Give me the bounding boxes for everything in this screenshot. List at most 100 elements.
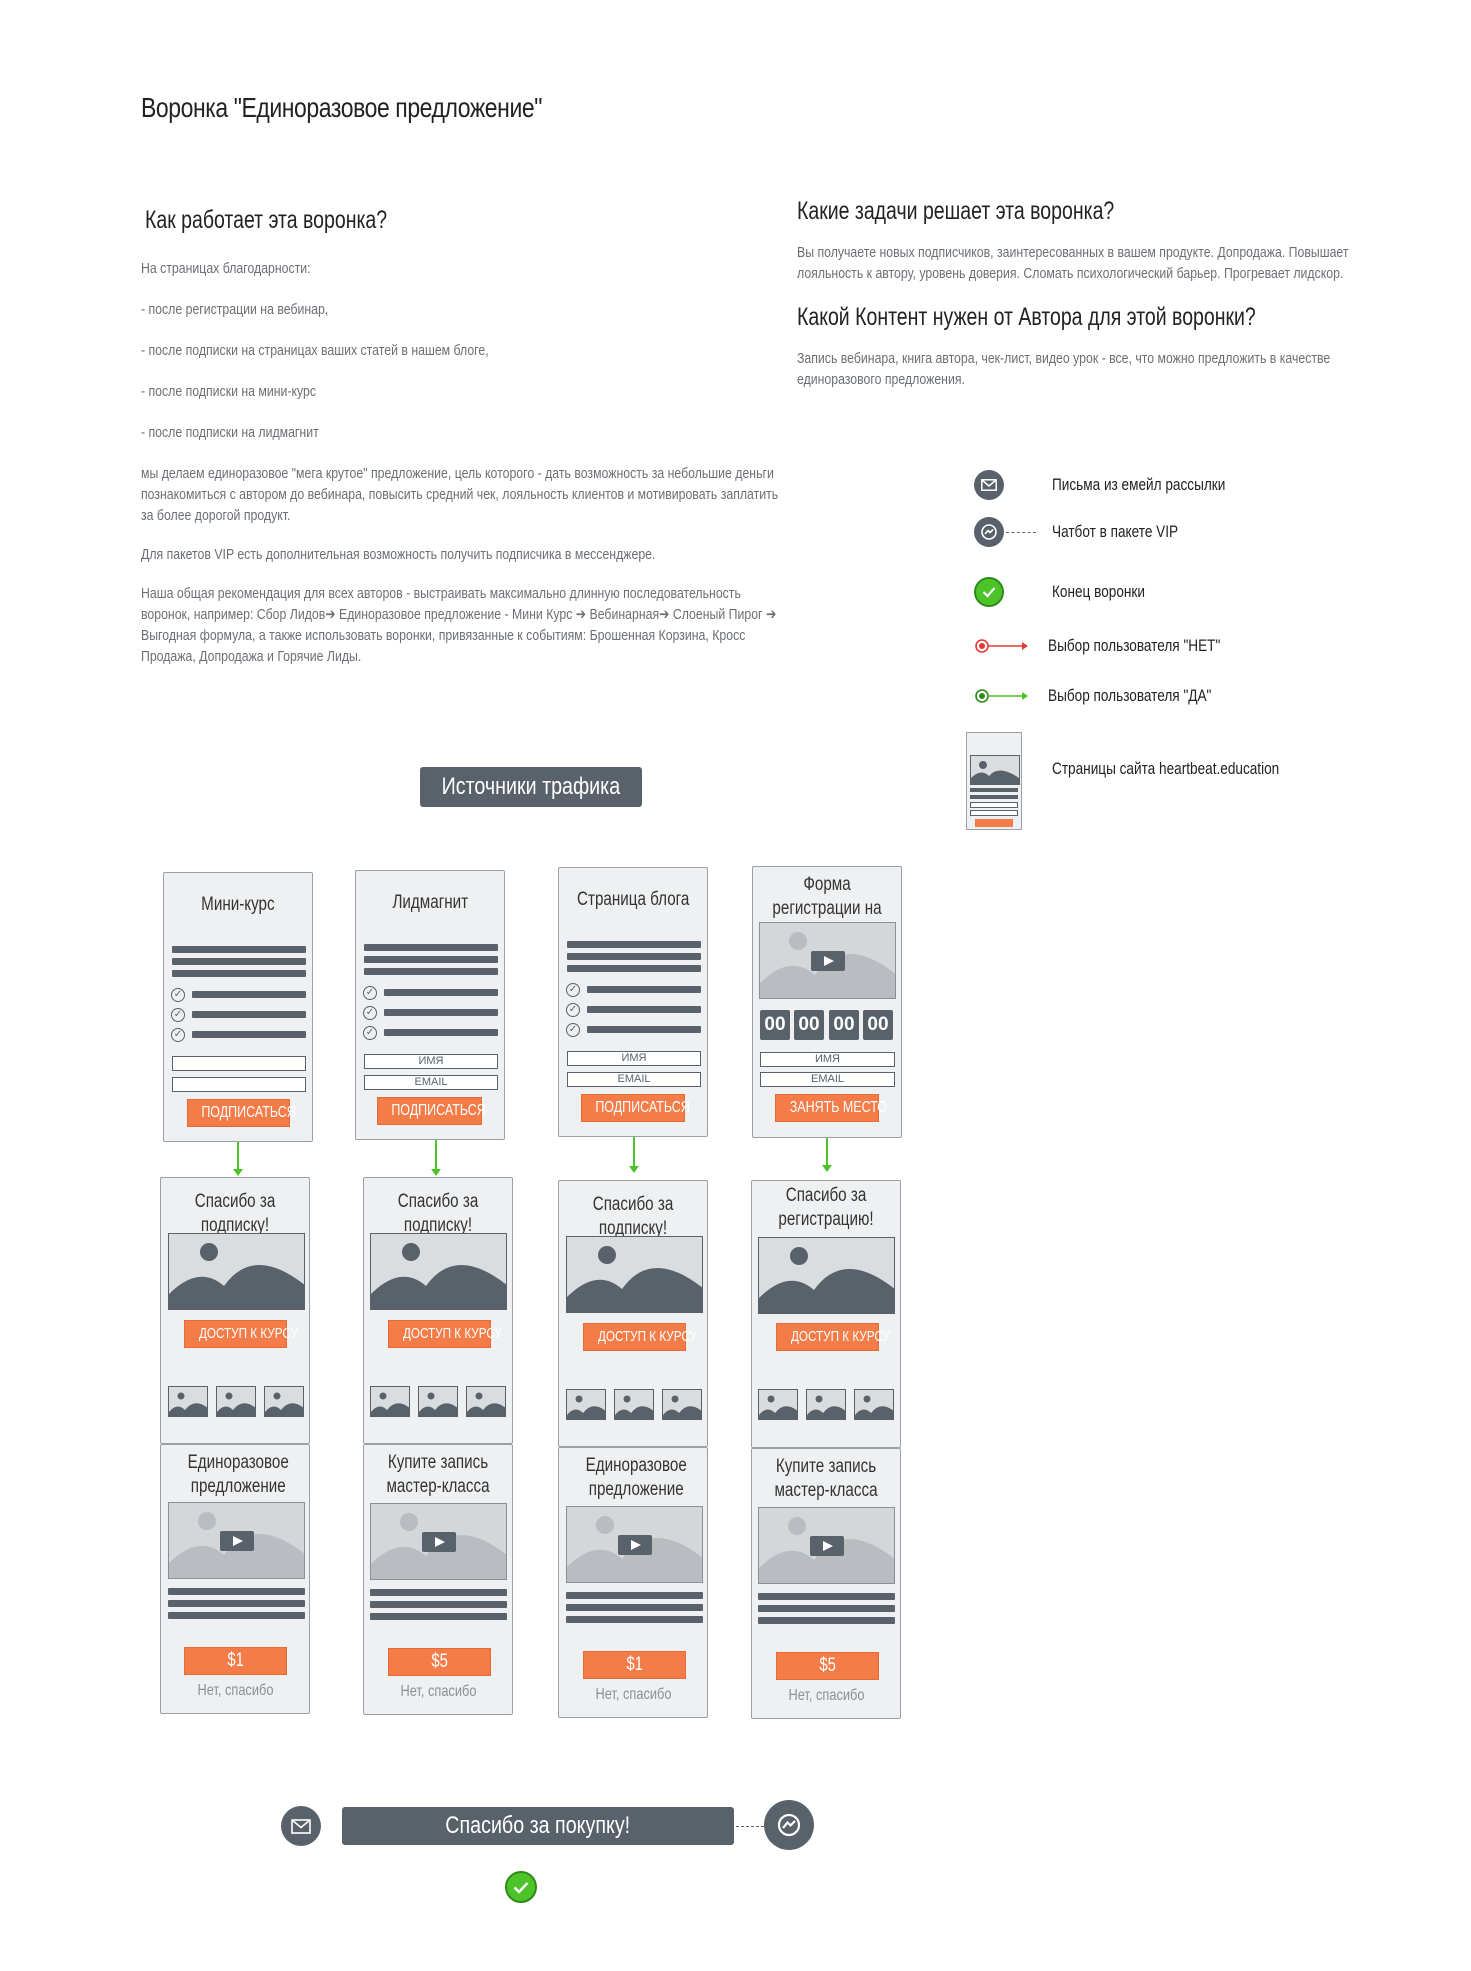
- email-field[interactable]: EMAIL: [364, 1075, 498, 1090]
- timer-digit: 00: [829, 1010, 859, 1040]
- thank-you-page-blog: Спасибо за подписку! ДОСТУП К КУРСУ: [558, 1180, 708, 1447]
- card-title: Спасибо за подписку!: [397, 1191, 479, 1236]
- video-placeholder[interactable]: [370, 1503, 507, 1580]
- thumbnail-image-icon: [216, 1386, 256, 1417]
- play-icon[interactable]: [617, 1534, 652, 1555]
- text-line-placeholder: [364, 968, 498, 975]
- content-heading: Какой Контент нужен от Автора для этой в…: [797, 303, 1256, 331]
- messenger-icon: [764, 1800, 814, 1850]
- legend-no: Выбор пользователя "НЕТ": [974, 636, 1263, 656]
- name-field[interactable]: ИМЯ: [567, 1051, 701, 1066]
- how-paragraph: - после подписки на страницах ваших стат…: [141, 342, 489, 359]
- how-heading: Как работает эта воронка?: [145, 206, 388, 234]
- email-field[interactable]: EMAIL: [567, 1072, 701, 1087]
- traffic-sources-text: Источники трафика: [441, 773, 621, 800]
- legend-yes: Выбор пользователя "ДА": [974, 686, 1252, 706]
- check-circle-icon: ✓: [566, 1003, 580, 1017]
- course-access-button[interactable]: ДОСТУП К КУРСУ: [776, 1323, 890, 1351]
- text-line-placeholder: [567, 965, 701, 972]
- thumbnail-image-icon: [370, 1386, 410, 1417]
- offer-page-webinar: Купите запись мастер-класса $5 Нет, спас…: [751, 1448, 901, 1719]
- play-icon[interactable]: [810, 950, 845, 971]
- buy-button[interactable]: $1: [583, 1651, 686, 1679]
- name-field[interactable]: ИМЯ: [364, 1054, 498, 1069]
- email-field[interactable]: [172, 1077, 306, 1092]
- reserve-seat-button[interactable]: ЗАНЯТЬ МЕСТО: [775, 1094, 887, 1122]
- subscribe-button[interactable]: ПОДПИСАТЬСЯ: [581, 1094, 690, 1122]
- video-placeholder[interactable]: [759, 922, 896, 999]
- legend-end: Конец воронки: [974, 577, 1168, 607]
- card-title: Единоразовое предложение: [187, 1452, 289, 1497]
- thank-you-page-webinar: Спасибо за регистрацию! ДОСТУП К КУРСУ: [751, 1180, 901, 1448]
- check-circle-icon: ✓: [363, 1026, 377, 1040]
- thumbnail-image-icon: [264, 1386, 304, 1417]
- buy-button[interactable]: $1: [184, 1647, 287, 1675]
- buy-button[interactable]: $5: [388, 1648, 491, 1676]
- text-line-placeholder: [587, 1026, 701, 1033]
- source-page-mini-course: Мини-курс ✓ ✓ ✓ ПОДПИСАТЬСЯ: [163, 872, 313, 1142]
- text-line-placeholder: [758, 1605, 895, 1612]
- page-thumbnail-icon: [966, 732, 1022, 830]
- course-access-button[interactable]: ДОСТУП К КУРСУ: [184, 1320, 298, 1348]
- thumbnail-image-icon: [806, 1389, 846, 1420]
- how-paragraph: Для пакетов VIP есть дополнительная возм…: [141, 546, 656, 563]
- name-field[interactable]: [172, 1056, 306, 1071]
- image-placeholder-icon: [758, 1237, 895, 1314]
- play-icon[interactable]: [421, 1531, 456, 1552]
- text-line-placeholder: [566, 1616, 703, 1623]
- purchase-thanks-page: Спасибо за покупку!: [342, 1807, 734, 1845]
- text-line-placeholder: [364, 956, 498, 963]
- text-line-placeholder: [364, 944, 498, 951]
- yes-arrow: [233, 1142, 243, 1176]
- image-placeholder-icon: [168, 1233, 305, 1310]
- no-thanks-link[interactable]: Нет, спасибо: [364, 1683, 512, 1701]
- thank-you-page-mini-course: Спасибо за подписку! ДОСТУП К КУРСУ: [160, 1177, 310, 1444]
- text-line-placeholder: [587, 986, 701, 993]
- legend-label: Страницы сайта heartbeat.education: [1052, 758, 1280, 778]
- offer-page-mini-course: Единоразовое предложение $1 Нет, спасибо: [160, 1444, 310, 1714]
- content-text: Запись вебинара, книга автора, чек-лист,…: [797, 350, 1331, 388]
- video-placeholder[interactable]: [566, 1506, 703, 1583]
- text-line-placeholder: [384, 1009, 498, 1016]
- card-title: Единоразовое предложение: [585, 1455, 687, 1500]
- text-line-placeholder: [758, 1593, 895, 1600]
- how-paragraph: - после регистрации на вебинар,: [141, 301, 329, 318]
- text-line-placeholder: [370, 1601, 507, 1608]
- card-title: Спасибо за подписку!: [592, 1194, 674, 1239]
- no-thanks-link[interactable]: Нет, спасибо: [559, 1686, 707, 1704]
- thumbnail-image-icon: [614, 1389, 654, 1420]
- name-field[interactable]: ИМЯ: [760, 1052, 895, 1067]
- card-title: Купите запись мастер-класса: [386, 1452, 490, 1497]
- video-placeholder[interactable]: [168, 1502, 305, 1579]
- yes-arrow: [629, 1137, 639, 1173]
- dashed-connector: [1006, 531, 1036, 533]
- dashed-connector: [736, 1826, 764, 1827]
- check-circle-icon: ✓: [363, 986, 377, 1000]
- text-line-placeholder: [172, 946, 306, 953]
- video-placeholder[interactable]: [758, 1507, 895, 1584]
- check-circle-icon: ✓: [171, 1008, 185, 1022]
- thumbnail-image-icon: [418, 1386, 458, 1417]
- purchase-thanks-text: Спасибо за покупку!: [445, 1812, 631, 1839]
- card-title: Мини-курс: [201, 894, 275, 915]
- check-circle-icon: ✓: [171, 1028, 185, 1042]
- no-thanks-link[interactable]: Нет, спасибо: [752, 1687, 900, 1705]
- play-icon[interactable]: [219, 1530, 254, 1551]
- course-access-button[interactable]: ДОСТУП К КУРСУ: [583, 1323, 697, 1351]
- traffic-sources-label: Источники трафика: [420, 767, 642, 807]
- mail-icon: [974, 470, 1004, 500]
- course-access-button[interactable]: ДОСТУП К КУРСУ: [388, 1320, 502, 1348]
- check-icon: [974, 577, 1004, 607]
- legend-label: Выбор пользователя "НЕТ": [1048, 636, 1221, 655]
- buy-button[interactable]: $5: [776, 1652, 879, 1680]
- play-icon[interactable]: [809, 1535, 844, 1556]
- how-paragraph: Наша общая рекомендация для всех авторов…: [141, 585, 777, 665]
- email-field[interactable]: EMAIL: [760, 1072, 895, 1087]
- text-line-placeholder: [192, 1011, 306, 1018]
- subscribe-button[interactable]: ПОДПИСАТЬСЯ: [377, 1097, 486, 1125]
- offer-page-blog: Единоразовое предложение $1 Нет, спасибо: [558, 1447, 708, 1718]
- thumbnail-image-icon: [466, 1386, 506, 1417]
- subscribe-button[interactable]: ПОДПИСАТЬСЯ: [187, 1099, 296, 1127]
- text-line-placeholder: [758, 1617, 895, 1624]
- no-thanks-link[interactable]: Нет, спасибо: [161, 1682, 309, 1700]
